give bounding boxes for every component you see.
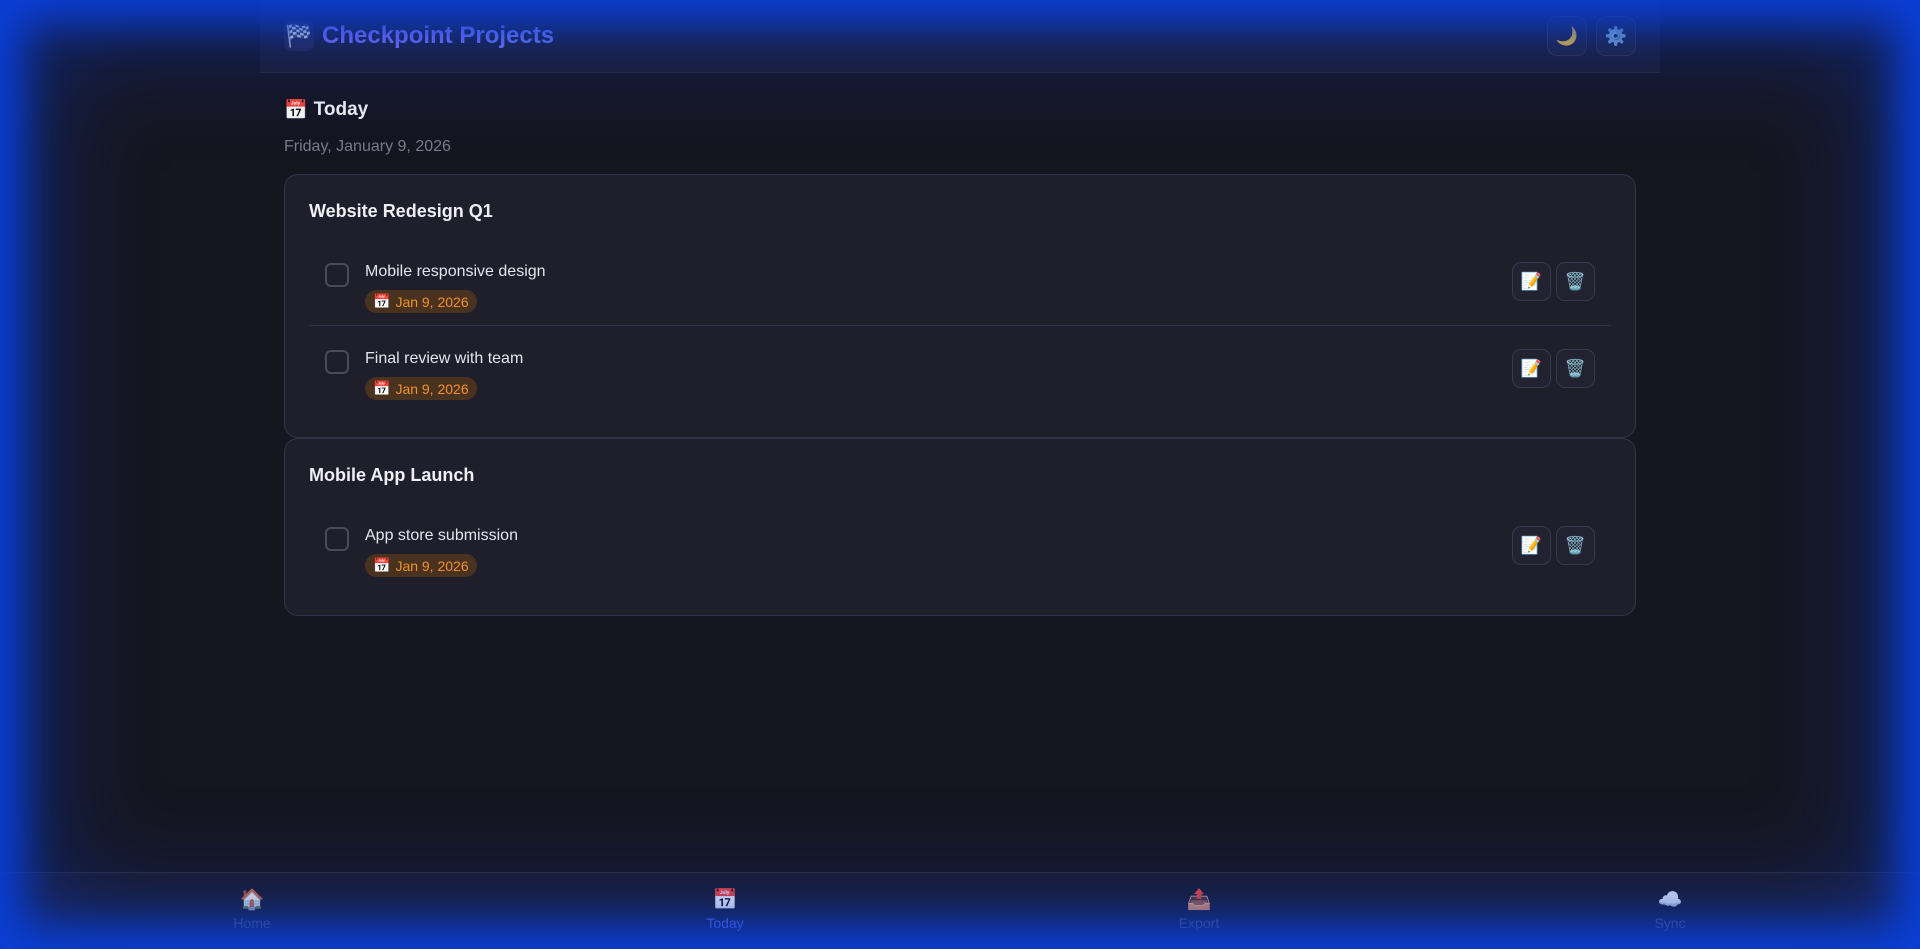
nav-label: Sync (1654, 915, 1686, 931)
nav-item-home[interactable]: 🏠 Home (192, 887, 312, 931)
task-title[interactable]: Final review with team (365, 350, 523, 372)
task-checkbox[interactable] (325, 263, 349, 287)
main-content: 📅 Today Friday, January 9, 2026 Website … (284, 97, 1636, 616)
moon-icon: 🌙 (1555, 25, 1579, 46)
outbox-tray-icon: 📤 (1186, 889, 1212, 911)
nav-item-sync[interactable]: ☁️ Sync (1610, 887, 1730, 931)
delete-task-button[interactable]: 🗑️ (1556, 526, 1595, 565)
due-date-badge: 📅 Jan 9, 2026 (365, 377, 477, 400)
settings-button[interactable]: ⚙️ (1596, 16, 1636, 56)
task-title[interactable]: App store submission (365, 527, 518, 549)
page-title-text: Today (313, 99, 369, 120)
memo-icon: 📝 (1520, 358, 1543, 378)
due-date-text: Jan 9, 2026 (395, 380, 469, 397)
edit-task-button[interactable]: 📝 (1512, 349, 1551, 388)
house-icon: 🏠 (239, 889, 265, 911)
delete-task-button[interactable]: 🗑️ (1556, 349, 1595, 388)
calendar-icon: 📅 (373, 557, 391, 573)
task-item: App store submission 📅 Jan 9, 2026 📝 🗑️ (309, 503, 1611, 589)
task-item: Mobile responsive design 📅 Jan 9, 2026 📝… (309, 239, 1611, 325)
task-title[interactable]: Mobile responsive design (365, 263, 546, 285)
brand[interactable]: 🏁 Checkpoint Projects (284, 21, 554, 51)
trash-icon: 🗑️ (1564, 271, 1587, 291)
task-checkbox[interactable] (325, 350, 349, 374)
task-item: Final review with team 📅 Jan 9, 2026 📝 🗑… (309, 325, 1611, 411)
edit-task-button[interactable]: 📝 (1512, 526, 1551, 565)
nav-label: Home (233, 915, 271, 931)
task-actions: 📝 🗑️ (1512, 349, 1595, 388)
task-checkbox[interactable] (325, 527, 349, 551)
project-card: Mobile App Launch App store submission 📅… (284, 438, 1636, 616)
memo-icon: 📝 (1520, 535, 1543, 555)
theme-toggle-button[interactable]: 🌙 (1547, 16, 1587, 56)
memo-icon: 📝 (1520, 271, 1543, 291)
due-date-text: Jan 9, 2026 (395, 557, 469, 574)
trash-icon: 🗑️ (1564, 358, 1587, 378)
app-container: 🏁 Checkpoint Projects 🌙 ⚙️ 📅 Today Frida… (260, 0, 1660, 872)
nav-item-today[interactable]: 📅 Today (665, 887, 785, 931)
bottom-nav: 🏠 Home 📅 Today 📤 Export ☁️ Sync (0, 872, 1920, 949)
due-date-badge: 📅 Jan 9, 2026 (365, 290, 477, 313)
app-title: Checkpoint Projects (322, 22, 555, 49)
task-actions: 📝 🗑️ (1512, 526, 1595, 565)
page-date: Friday, January 9, 2026 (284, 138, 451, 155)
calendar-icon: 📅 (284, 100, 308, 121)
page-title: 📅 Today (284, 97, 1636, 123)
due-date-badge: 📅 Jan 9, 2026 (365, 554, 477, 577)
calendar-icon: 📅 (373, 380, 391, 396)
trash-icon: 🗑️ (1564, 535, 1587, 555)
task-actions: 📝 🗑️ (1512, 262, 1595, 301)
nav-item-export[interactable]: 📤 Export (1139, 887, 1259, 931)
nav-label: Export (1178, 915, 1220, 931)
project-name: Website Redesign Q1 (309, 201, 493, 221)
calendar-icon: 📅 (712, 889, 738, 911)
gear-icon: ⚙️ (1604, 25, 1628, 46)
project-name: Mobile App Launch (309, 465, 475, 485)
nav-label: Today (706, 915, 744, 931)
edit-task-button[interactable]: 📝 (1512, 262, 1551, 301)
due-date-text: Jan 9, 2026 (395, 293, 469, 310)
calendar-icon: 📅 (373, 293, 391, 309)
top-bar: 🏁 Checkpoint Projects 🌙 ⚙️ (260, 0, 1660, 73)
checkered-flag-icon: 🏁 (284, 21, 314, 51)
header-actions: 🌙 ⚙️ (1547, 16, 1636, 56)
cloud-icon: ☁️ (1657, 889, 1683, 911)
delete-task-button[interactable]: 🗑️ (1556, 262, 1595, 301)
project-card: Website Redesign Q1 Mobile responsive de… (284, 174, 1636, 438)
